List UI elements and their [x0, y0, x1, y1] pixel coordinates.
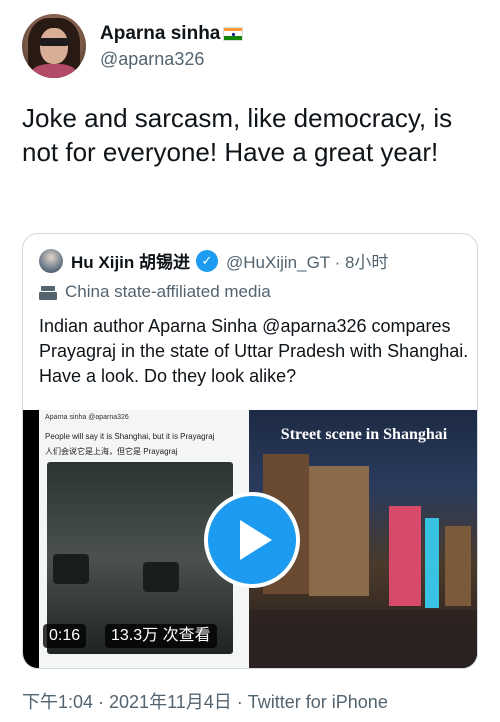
- video-duration: 0:16: [43, 624, 87, 648]
- embedded-author: Aparna sinha @aparna326: [45, 414, 129, 421]
- tweet-text: Joke and sarcasm, like democracy, is not…: [22, 103, 453, 167]
- state-affiliated-label[interactable]: China state-affiliated media: [39, 282, 271, 302]
- quoted-author-avatar[interactable]: [39, 248, 63, 273]
- author-avatar[interactable]: [22, 14, 86, 78]
- quoted-video[interactable]: Aparna sinha @aparna326 People will say …: [23, 410, 477, 668]
- author-display-name[interactable]: Aparna sinha: [100, 23, 220, 45]
- tweet-header: Aparna sinha @aparna326: [22, 14, 244, 78]
- author-names: Aparna sinha @aparna326: [100, 23, 244, 70]
- india-flag-icon: [223, 26, 244, 41]
- play-icon: [240, 520, 272, 560]
- verified-check-icon: ✓: [196, 249, 218, 272]
- quoted-author-handle-time[interactable]: @HuXijin_GT · 8小时: [226, 248, 388, 273]
- quoted-author-name[interactable]: Hu Xijin 胡锡进: [71, 248, 190, 273]
- embedded-caption-zh: 人们会说它是上海，但它是 Prayagraj: [45, 447, 178, 456]
- embedded-caption-en: People will say it is Shanghai, but it i…: [45, 432, 215, 441]
- podium-icon: [39, 284, 57, 300]
- tweet-metadata[interactable]: 下午1:04 · 2021年11月4日 · Twitter for iPhone: [22, 688, 388, 714]
- street-scene-title: Street scene in Shanghai: [280, 426, 448, 443]
- video-views: 13.3万 次查看: [105, 624, 217, 648]
- quoted-tweet-header: Hu Xijin 胡锡进 ✓ @HuXijin_GT · 8小时: [39, 248, 388, 273]
- quoted-tweet[interactable]: Hu Xijin 胡锡进 ✓ @HuXijin_GT · 8小时 China s…: [22, 233, 478, 669]
- author-display-name-row[interactable]: Aparna sinha: [100, 23, 244, 45]
- quoted-tweet-text: Indian author Aparna Sinha @aparna326 co…: [39, 316, 469, 386]
- affiliation-text: China state-affiliated media: [65, 282, 271, 301]
- play-button[interactable]: [204, 492, 300, 588]
- author-handle[interactable]: @aparna326: [100, 49, 243, 70]
- street-crowd: [249, 610, 477, 668]
